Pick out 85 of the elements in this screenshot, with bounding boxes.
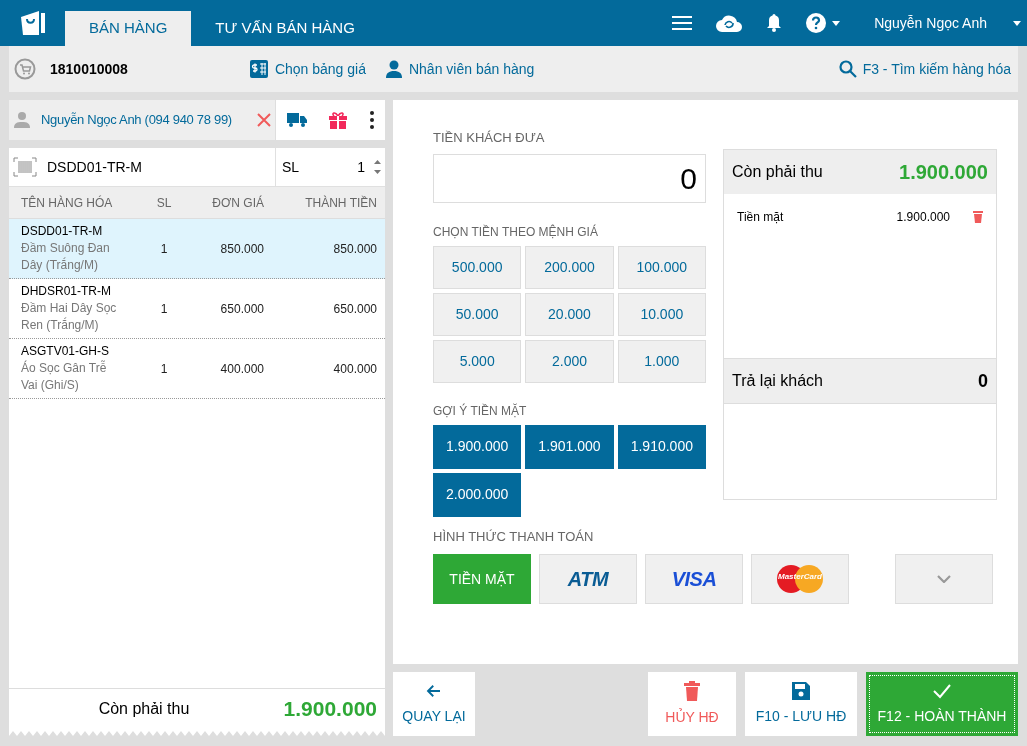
amount-input[interactable]: 0 bbox=[433, 153, 706, 203]
due-label: Còn phải thu bbox=[732, 162, 823, 182]
section-label: HÌNH THỨC THANH TOÁN bbox=[433, 527, 595, 546]
suggested-amount-button[interactable]: 1.910.000 bbox=[617, 424, 706, 469]
column-header: ĐƠN GIÁ bbox=[211, 194, 264, 212]
column-header: THÀNH TIỀN bbox=[304, 194, 378, 212]
product-code: DHDSR01-TR-M bbox=[21, 283, 112, 300]
action-button[interactable]: QUAY LẠI bbox=[393, 672, 475, 736]
gift-icon[interactable] bbox=[329, 111, 348, 129]
trash-icon[interactable] bbox=[973, 211, 983, 223]
payment-method-button[interactable]: TIỀN MẶT bbox=[433, 554, 531, 604]
help-icon[interactable] bbox=[806, 13, 827, 33]
change-label: Trả lại khách bbox=[732, 371, 823, 391]
invoice-number: 1810010008 bbox=[50, 59, 128, 79]
chevron-down-icon bbox=[937, 575, 951, 583]
product-search-button[interactable]: F3 - Tìm kiếm hàng hóa bbox=[838, 58, 1011, 80]
denomination-button[interactable]: 20.000 bbox=[525, 292, 614, 336]
cart-icon bbox=[14, 58, 36, 80]
payment-method-button[interactable]: ATM bbox=[539, 554, 637, 604]
cloud-sync-icon[interactable] bbox=[716, 14, 743, 32]
stepper-down-icon[interactable] bbox=[374, 170, 381, 174]
product-code: ASGTV01-GH-S bbox=[21, 343, 111, 360]
total-cell-text: 650.000 bbox=[332, 300, 378, 318]
section-label: GỢI Ý TIỀN MẶT bbox=[433, 402, 528, 420]
denomination-button[interactable]: 1.000 bbox=[617, 339, 706, 383]
caret-icon bbox=[1013, 20, 1021, 26]
shopping-bag-icon bbox=[18, 9, 47, 37]
action-button[interactable]: HỦY HĐ bbox=[648, 672, 736, 736]
payment-line-label: Tiền mặt bbox=[737, 209, 785, 226]
price-cell-text: 850.000 bbox=[219, 240, 264, 258]
total-cell-text: 850.000 bbox=[332, 240, 378, 258]
close-icon[interactable] bbox=[257, 113, 271, 127]
product-name: Áo Sọc Gân Trễ Vai (Ghi/S) bbox=[21, 360, 108, 394]
payment-method-button[interactable]: VISA bbox=[645, 554, 743, 604]
denomination-button[interactable]: 200.000 bbox=[525, 245, 614, 289]
section-label: TIỀN KHÁCH ĐƯA bbox=[433, 129, 546, 147]
total-cell-text: 400.000 bbox=[332, 360, 378, 378]
price-cell-text: 650.000 bbox=[219, 300, 264, 318]
denomination-button[interactable]: 2.000 bbox=[525, 339, 614, 383]
person-icon bbox=[13, 112, 31, 128]
bell-icon[interactable] bbox=[766, 14, 783, 32]
more-options-icon[interactable] bbox=[369, 111, 374, 129]
delivery-truck-icon[interactable] bbox=[287, 113, 308, 127]
nav-tab[interactable]: TƯ VẤN BÁN HÀNG bbox=[191, 11, 379, 46]
quantity-cell-text: 1 bbox=[159, 300, 169, 318]
menu-icon[interactable] bbox=[672, 15, 693, 31]
denomination-button[interactable]: 50.000 bbox=[433, 292, 522, 336]
quantity-field[interactable]: SL 1 bbox=[276, 148, 385, 186]
total-label: Còn phải thu bbox=[97, 698, 191, 719]
staff-button[interactable]: Nhân viên bán hàng bbox=[385, 58, 535, 80]
caret-icon bbox=[832, 20, 841, 26]
product-code: DSDD01-TR-M bbox=[21, 223, 104, 240]
trash-icon bbox=[684, 680, 700, 701]
quantity-label: SL bbox=[282, 157, 300, 177]
user-menu[interactable]: Nguyễn Ngọc Anh bbox=[874, 12, 1021, 34]
column-header: TÊN HÀNG HÓA bbox=[20, 194, 114, 212]
product-name: Đầm Hai Dây Sọc Ren (Trắng/M) bbox=[21, 300, 118, 334]
person-icon bbox=[385, 60, 402, 78]
price-list-button[interactable]: Chọn bảng giá bbox=[249, 58, 366, 80]
price-table-icon bbox=[249, 60, 268, 78]
suggested-amount-button[interactable]: 1.901.000 bbox=[525, 424, 614, 469]
search-icon bbox=[838, 60, 857, 78]
order-row[interactable]: DSDD01-TR-M Đầm Suông Đan Dây (Trắng/M) 1 850.000 850.000 bbox=[9, 219, 385, 279]
barcode-icon bbox=[13, 157, 37, 177]
price-cell-text: 400.000 bbox=[219, 360, 264, 378]
suggested-amount-button[interactable]: 2.000.000 bbox=[433, 472, 522, 517]
denomination-button[interactable]: 5.000 bbox=[433, 339, 522, 383]
stepper-up-icon[interactable] bbox=[374, 160, 381, 164]
action-button[interactable]: F12 - HOÀN THÀNH bbox=[866, 672, 1018, 736]
change-amount: 0 bbox=[978, 369, 988, 393]
nav-tab[interactable]: BÁN HÀNG bbox=[65, 11, 192, 46]
denomination-button[interactable]: 500.000 bbox=[433, 245, 522, 289]
quantity-cell-text: 1 bbox=[159, 360, 169, 378]
payment-line-amount: 1.900.000 bbox=[896, 209, 950, 226]
product-name: Đầm Suông Đan Dây (Trắng/M) bbox=[21, 240, 111, 274]
action-button[interactable]: F10 - LƯU HĐ bbox=[745, 672, 857, 736]
due-amount: 1.900.000 bbox=[899, 160, 988, 185]
denomination-button[interactable]: 10.000 bbox=[617, 292, 706, 336]
denomination-button[interactable]: 100.000 bbox=[617, 245, 706, 289]
quantity-cell-text: 1 bbox=[159, 240, 169, 258]
column-header: SL bbox=[155, 194, 173, 212]
total-amount: 1.900.000 bbox=[282, 695, 377, 722]
barcode-input[interactable]: DSDD01-TR-M bbox=[9, 148, 276, 186]
section-label: CHỌN TIỀN THEO MỆNH GIÁ bbox=[433, 223, 599, 241]
suggested-amount-button[interactable]: 1.900.000 bbox=[433, 424, 522, 469]
